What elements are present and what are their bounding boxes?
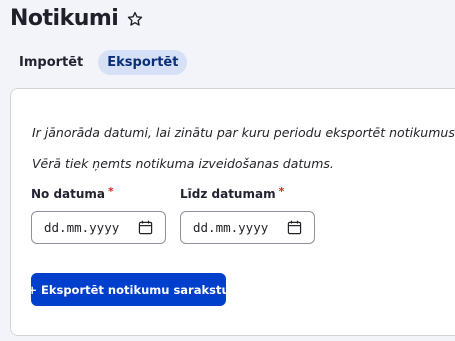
description-dates-required: Ir jānorāda datumi, lai zinātu par kuru … bbox=[32, 125, 455, 140]
to-date-label-text: Līdz datumam bbox=[180, 187, 276, 201]
tabs: Importēt Eksportēt bbox=[10, 50, 188, 75]
from-date-label: No datuma * bbox=[31, 185, 166, 201]
tab-import[interactable]: Importēt bbox=[10, 50, 92, 75]
page-title: Notikumi bbox=[10, 6, 119, 31]
from-date-input[interactable]: dd.mm.yyyy bbox=[31, 211, 166, 244]
required-marker: * bbox=[108, 185, 114, 198]
export-card: Ir jānorāda datumi, lai zinātu par kuru … bbox=[10, 88, 455, 336]
from-date-label-text: No datuma bbox=[31, 187, 106, 201]
tab-export[interactable]: Eksportēt bbox=[98, 50, 188, 75]
calendar-icon[interactable] bbox=[138, 220, 153, 235]
calendar-icon[interactable] bbox=[287, 220, 302, 235]
to-date-placeholder: dd.mm.yyyy bbox=[193, 220, 269, 235]
page-header: Notikumi bbox=[10, 6, 144, 31]
to-date-label: Līdz datumam * bbox=[180, 185, 315, 201]
star-icon[interactable] bbox=[126, 10, 144, 28]
required-marker: * bbox=[278, 185, 285, 198]
to-date-field: Līdz datumam * dd.mm.yyyy bbox=[180, 185, 315, 244]
from-date-placeholder: dd.mm.yyyy bbox=[44, 220, 120, 235]
description-creation-date: Vērā tiek ņemts notikuma izveidošanas da… bbox=[32, 156, 334, 171]
export-events-button[interactable]: + Eksportēt notikumu sarakstu bbox=[27, 273, 230, 306]
from-date-field: No datuma * dd.mm.yyyy bbox=[31, 185, 166, 244]
to-date-input[interactable]: dd.mm.yyyy bbox=[180, 211, 315, 244]
